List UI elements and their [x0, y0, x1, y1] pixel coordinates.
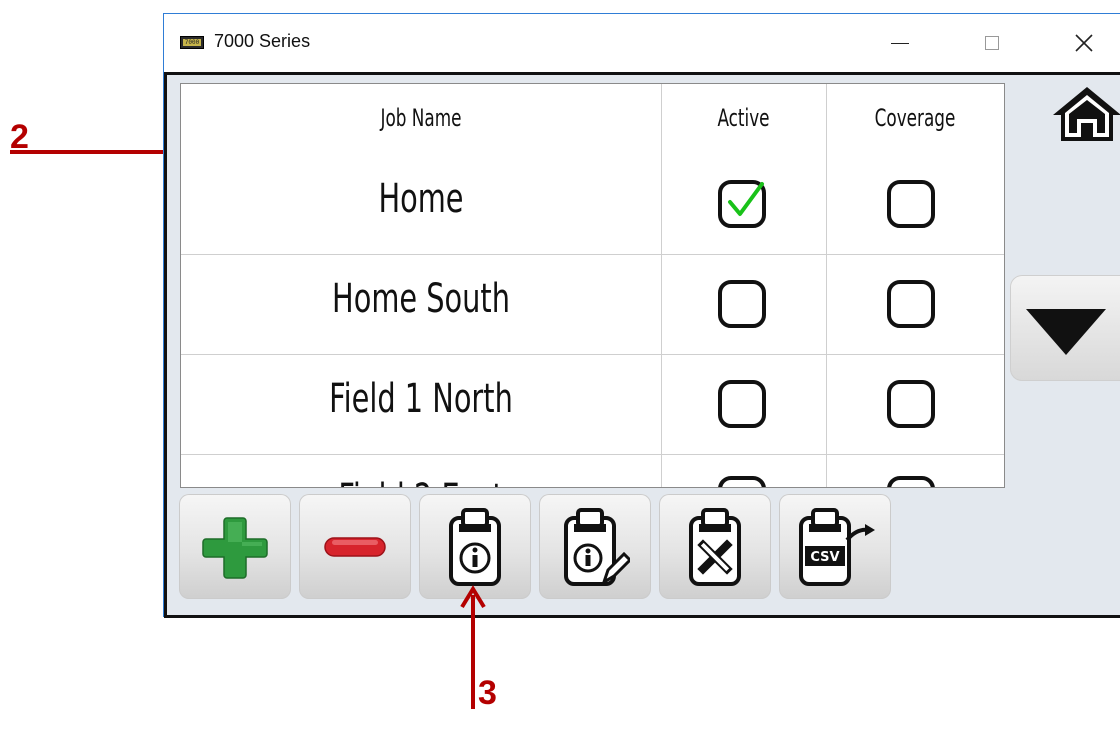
active-header: Active	[717, 104, 770, 132]
home-button[interactable]	[1047, 83, 1120, 143]
coverage-checkbox[interactable]	[887, 380, 935, 428]
job-name-cell[interactable]: Home	[248, 176, 594, 222]
title-bar: 7000 7000 Series	[164, 14, 1120, 72]
export-csv-button[interactable]: CSV	[779, 494, 891, 599]
job-name-cell[interactable]: Field 1 North	[248, 376, 594, 422]
window-title: 7000 Series	[214, 31, 311, 51]
job-name-header: Job Name	[380, 104, 462, 132]
scroll-down-button[interactable]	[1010, 275, 1120, 381]
job-info-button[interactable]	[419, 494, 531, 599]
maximize-icon	[985, 36, 999, 50]
app-content: Job Name Active Coverage Home Home South…	[164, 72, 1120, 618]
edit-job-info-button[interactable]	[539, 494, 651, 599]
clipboard-edit-icon	[564, 507, 630, 586]
clipboard-csv-icon: CSV	[799, 507, 875, 586]
active-checkbox[interactable]	[718, 476, 766, 487]
clipboard-info-icon	[449, 507, 501, 586]
close-button[interactable]	[1064, 26, 1104, 60]
plus-icon	[202, 516, 268, 579]
job-tools-button[interactable]	[659, 494, 771, 599]
job-name-cell[interactable]: Home South	[248, 276, 594, 322]
app-icon: 7000	[180, 36, 204, 49]
coverage-checkbox[interactable]	[887, 180, 935, 228]
close-icon	[1075, 34, 1093, 52]
home-icon	[1053, 87, 1120, 141]
bottom-toolbar: CSV	[179, 494, 1119, 610]
minimize-icon	[891, 42, 909, 44]
annotation-3-label: 3	[478, 674, 497, 712]
coverage-checkbox[interactable]	[887, 280, 935, 328]
maximize-button[interactable]	[972, 26, 1012, 60]
coverage-header: Coverage	[874, 104, 956, 132]
active-checkbox[interactable]	[718, 380, 766, 428]
clipboard-tools-icon	[689, 507, 741, 586]
job-name-cell[interactable]: Field 2 East	[248, 476, 594, 487]
coverage-checkbox[interactable]	[887, 476, 935, 487]
down-triangle-icon	[1026, 309, 1106, 355]
minimize-button[interactable]	[880, 26, 920, 60]
app-window: 7000 7000 Series Job Name Active Coverag…	[163, 13, 1120, 618]
job-table: Job Name Active Coverage Home Home South…	[180, 83, 1005, 488]
active-checkbox[interactable]	[718, 280, 766, 328]
remove-job-button[interactable]	[299, 494, 411, 599]
add-job-button[interactable]	[179, 494, 291, 599]
active-checkbox[interactable]	[718, 180, 766, 228]
checkmark-icon	[728, 182, 764, 216]
svg-text:CSV: CSV	[810, 550, 839, 565]
minus-icon	[324, 536, 386, 557]
